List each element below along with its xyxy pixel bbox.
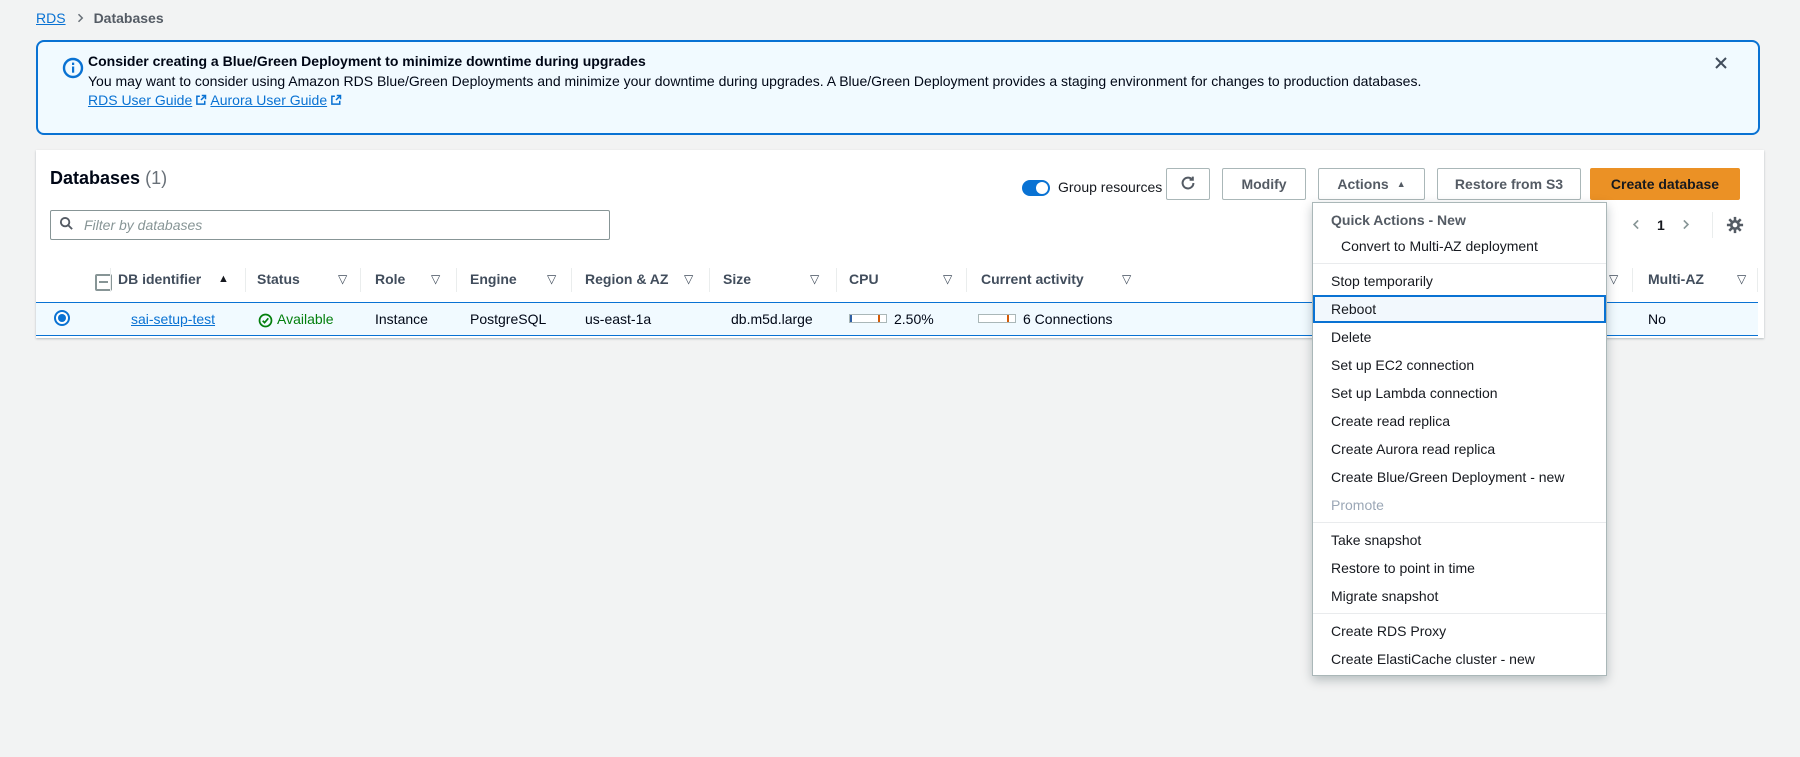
column-header-size[interactable]: Size: [723, 271, 751, 287]
filter-icon[interactable]: ▽: [338, 272, 347, 286]
menu-item-setup-lambda-connection[interactable]: Set up Lambda connection: [1313, 379, 1606, 407]
menu-item-take-snapshot[interactable]: Take snapshot: [1313, 526, 1606, 554]
refresh-icon: [1180, 175, 1196, 194]
activity-meter: [978, 314, 1016, 323]
menu-divider: [1313, 263, 1606, 264]
filter-icon[interactable]: ▽: [547, 272, 556, 286]
filter-icon[interactable]: ▽: [1122, 272, 1131, 286]
actions-button[interactable]: Actions▲: [1318, 168, 1425, 200]
menu-section-quick-actions: Quick Actions - New: [1313, 205, 1606, 232]
column-header-cpu[interactable]: CPU: [849, 271, 879, 287]
group-resources-label: Group resources: [1058, 179, 1162, 195]
breadcrumb-rds-link[interactable]: RDS: [36, 10, 66, 26]
menu-item-convert-to-multi-az[interactable]: Convert to Multi-AZ deployment: [1313, 232, 1606, 260]
filter-icon[interactable]: ▽: [810, 272, 819, 286]
column-divider: [360, 268, 361, 292]
filter-icon[interactable]: ▽: [1737, 272, 1746, 286]
region-az-cell: us-east-1a: [585, 311, 651, 327]
column-header-region-az[interactable]: Region & AZ: [585, 271, 668, 287]
banner-body: You may want to consider using Amazon RD…: [88, 72, 1446, 111]
database-count: (1): [145, 168, 167, 188]
cpu-meter: [849, 314, 887, 323]
column-header-current-activity[interactable]: Current activity: [981, 271, 1084, 287]
role-cell: Instance: [375, 311, 428, 327]
create-database-button[interactable]: Create database: [1590, 168, 1740, 200]
rds-user-guide-link[interactable]: RDS User Guide: [88, 92, 207, 108]
actions-menu: Quick Actions - New Convert to Multi-AZ …: [1312, 202, 1607, 676]
menu-item-restore-to-point-in-time[interactable]: Restore to point in time: [1313, 554, 1606, 582]
refresh-button[interactable]: [1166, 168, 1210, 200]
menu-item-create-rds-proxy[interactable]: Create RDS Proxy: [1313, 617, 1606, 645]
column-divider: [966, 268, 967, 292]
info-banner: Consider creating a Blue/Green Deploymen…: [36, 40, 1760, 135]
status-badge: Available: [277, 311, 334, 327]
menu-item-create-blue-green-deployment[interactable]: Create Blue/Green Deployment - new: [1313, 463, 1606, 491]
filter-icon[interactable]: ▽: [1609, 272, 1618, 286]
column-divider: [709, 268, 710, 292]
menu-item-delete[interactable]: Delete: [1313, 323, 1606, 351]
restore-from-s3-button[interactable]: Restore from S3: [1437, 168, 1581, 200]
gear-icon[interactable]: [1724, 214, 1746, 239]
external-link-icon: [330, 92, 342, 111]
filter-icon[interactable]: ▽: [684, 272, 693, 286]
cpu-cell: 2.50%: [894, 311, 934, 327]
current-activity-cell: 6 Connections: [1023, 311, 1113, 327]
row-radio-selected[interactable]: [54, 310, 70, 326]
menu-item-create-elasticache-cluster[interactable]: Create ElastiCache cluster - new: [1313, 645, 1606, 673]
menu-item-setup-ec2-connection[interactable]: Set up EC2 connection: [1313, 351, 1606, 379]
filter-icon[interactable]: ▽: [943, 272, 952, 286]
sort-ascending-icon[interactable]: ▲: [218, 273, 229, 285]
column-header-status[interactable]: Status: [257, 271, 300, 287]
size-cell: db.m5d.large: [731, 311, 813, 327]
aurora-user-guide-link[interactable]: Aurora User Guide: [210, 92, 342, 108]
column-divider: [1632, 268, 1633, 292]
column-divider: [571, 268, 572, 292]
column-divider: [1757, 268, 1758, 292]
column-header-db-identifier[interactable]: DB identifier: [118, 271, 201, 287]
menu-item-create-aurora-read-replica[interactable]: Create Aurora read replica: [1313, 435, 1606, 463]
menu-divider: [1313, 613, 1606, 614]
menu-item-promote: Promote: [1313, 491, 1606, 519]
multi-az-cell: No: [1648, 311, 1666, 327]
info-icon: [62, 57, 84, 82]
chevron-right-icon: [74, 12, 86, 24]
filter-icon[interactable]: ▽: [431, 272, 440, 286]
chevron-right-icon[interactable]: [1675, 214, 1696, 235]
page-number[interactable]: 1: [1647, 217, 1675, 233]
column-divider: [836, 268, 837, 292]
search-icon: [59, 216, 74, 234]
page-title: Databases (1): [50, 168, 167, 189]
column-divider: [245, 268, 246, 292]
banner-title: Consider creating a Blue/Green Deploymen…: [88, 53, 646, 69]
engine-cell: PostgreSQL: [470, 311, 546, 327]
column-divider: [110, 268, 111, 292]
column-header-role[interactable]: Role: [375, 271, 405, 287]
banner-text: You may want to consider using Amazon RD…: [88, 73, 1421, 89]
breadcrumb-current: Databases: [94, 10, 164, 26]
caret-up-icon: ▲: [1397, 179, 1406, 189]
menu-divider: [1313, 522, 1606, 523]
menu-item-migrate-snapshot[interactable]: Migrate snapshot: [1313, 582, 1606, 610]
db-identifier-link[interactable]: sai-setup-test: [131, 311, 215, 327]
divider: [1712, 212, 1713, 238]
group-resources-toggle[interactable]: [1022, 180, 1050, 196]
breadcrumb: RDS Databases: [36, 10, 164, 26]
column-divider: [456, 268, 457, 292]
filter-input[interactable]: [82, 216, 601, 234]
close-icon[interactable]: [1710, 52, 1732, 77]
status-available-icon: [258, 313, 273, 331]
menu-item-create-read-replica[interactable]: Create read replica: [1313, 407, 1606, 435]
pagination: 1: [1626, 214, 1696, 235]
chevron-left-icon[interactable]: [1626, 214, 1647, 235]
column-header-engine[interactable]: Engine: [470, 271, 517, 287]
menu-item-stop-temporarily[interactable]: Stop temporarily: [1313, 267, 1606, 295]
filter-box: [50, 210, 610, 240]
column-header-multi-az[interactable]: Multi-AZ: [1648, 271, 1704, 287]
menu-item-reboot[interactable]: Reboot: [1313, 295, 1606, 323]
rds-databases-page: RDS Databases Consider creating a Blue/G…: [0, 0, 1800, 757]
external-link-icon: [195, 92, 207, 111]
modify-button[interactable]: Modify: [1222, 168, 1306, 200]
